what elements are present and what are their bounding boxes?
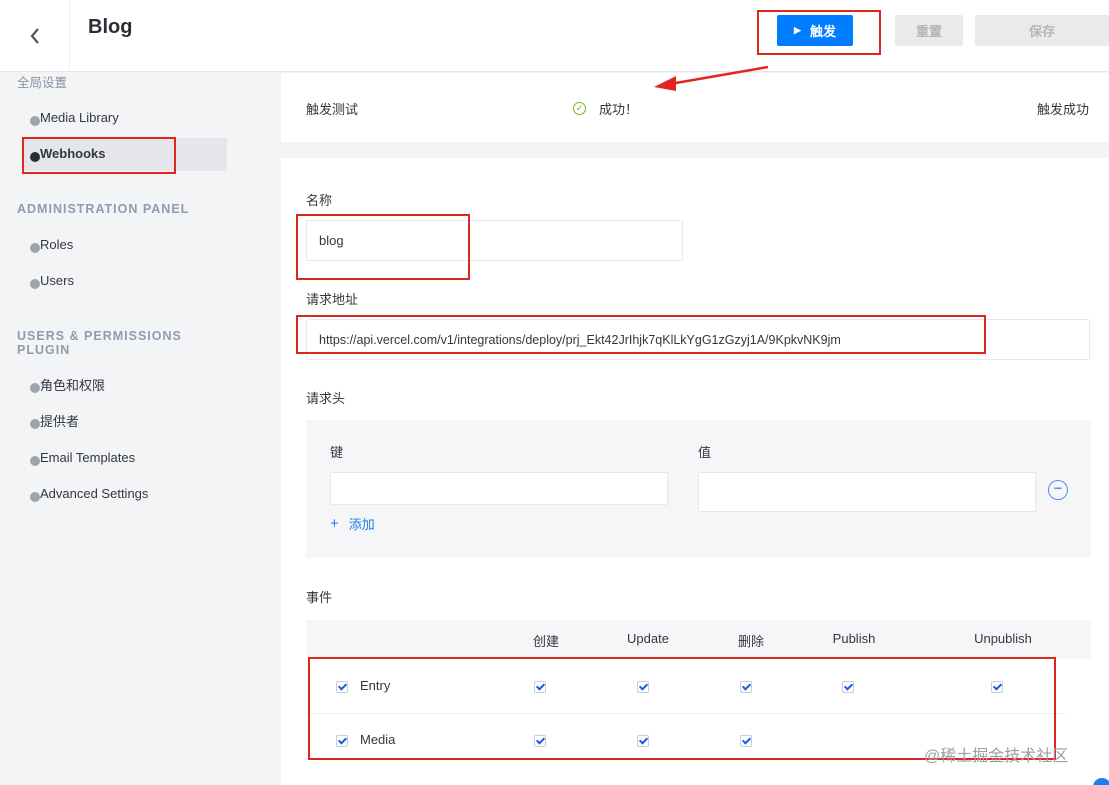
- save-button[interactable]: 保存: [975, 15, 1109, 46]
- status-label: 触发测试: [306, 102, 359, 117]
- webhook-form: 名称 blog 请求地址 https://api.vercel.com/v1/i…: [281, 158, 1109, 785]
- check-icon: [535, 735, 546, 745]
- check-icon: [337, 735, 348, 745]
- header-value-input[interactable]: [698, 472, 1036, 512]
- check-icon: [741, 681, 752, 691]
- column-header-publish: Publish: [832, 631, 876, 646]
- trigger-button-label: 触发: [809, 24, 836, 39]
- section-title-global: 全局设置: [17, 76, 68, 90]
- sidebar-item-label: 提供者: [40, 413, 80, 429]
- page-title: Blog: [88, 16, 133, 38]
- column-header-delete: 删除: [737, 634, 765, 649]
- url-label: 请求地址: [306, 292, 359, 307]
- check-icon: [337, 681, 348, 691]
- bullet-icon: [30, 279, 40, 289]
- sidebar-item-label: Users: [40, 272, 74, 288]
- media-update-checkbox[interactable]: [637, 735, 649, 747]
- sidebar-item-roles-permissions[interactable]: 角色和权限: [30, 374, 105, 394]
- sidebar-item-advanced-settings[interactable]: Advanced Settings: [30, 483, 148, 503]
- back-button[interactable]: [0, 0, 70, 72]
- sidebar-item-providers[interactable]: 提供者: [30, 410, 79, 430]
- sidebar: 全局设置 Media Library Webhooks ADMINISTRATI…: [0, 73, 252, 785]
- watermark: @稀土掘金技术社区: [924, 748, 1069, 765]
- entry-create-checkbox[interactable]: [534, 681, 546, 693]
- check-icon: [638, 735, 649, 745]
- add-header-button[interactable]: + 添加: [330, 514, 375, 533]
- media-create-checkbox[interactable]: [534, 735, 546, 747]
- events-table-header: 创建 Update 删除 Publish Unpublish: [306, 620, 1091, 659]
- sidebar-item-label: Webhooks: [40, 145, 106, 161]
- sidebar-item-label: 角色和权限: [40, 377, 106, 393]
- sidebar-item-roles[interactable]: Roles: [30, 234, 73, 254]
- event-name: Entry: [360, 678, 391, 693]
- add-header-label: 添加: [348, 517, 375, 532]
- bullet-icon: [30, 492, 40, 502]
- sidebar-item-label: Media Library: [40, 109, 119, 125]
- sidebar-item-label: Advanced Settings: [40, 485, 149, 501]
- reset-button[interactable]: 重置: [895, 15, 963, 46]
- event-name: Media: [360, 732, 396, 747]
- media-delete-checkbox[interactable]: [740, 735, 752, 747]
- bullet-icon: [30, 383, 40, 393]
- value-label: 值: [698, 445, 712, 460]
- url-input[interactable]: https://api.vercel.com/v1/integrations/d…: [306, 319, 1090, 360]
- sidebar-item-email-templates[interactable]: Email Templates: [30, 447, 135, 467]
- check-circle-icon: ✓: [573, 102, 586, 115]
- sidebar-item-webhooks[interactable]: Webhooks: [30, 143, 106, 163]
- event-row-entry: Entry: [306, 660, 1066, 714]
- entry-publish-checkbox[interactable]: [842, 681, 854, 693]
- top-header: Blog ▶ 触发 重置 保存: [0, 0, 1109, 72]
- entry-unpublish-checkbox[interactable]: [991, 681, 1003, 693]
- plus-icon: +: [330, 515, 339, 532]
- status-message: 成功！: [599, 102, 639, 117]
- column-header-update: Update: [627, 631, 669, 646]
- media-all-checkbox[interactable]: [336, 735, 348, 747]
- name-input[interactable]: blog: [306, 220, 683, 261]
- section-title-admin: ADMINISTRATION PANEL: [17, 202, 190, 216]
- remove-header-button[interactable]: −: [1048, 480, 1068, 500]
- entry-update-checkbox[interactable]: [637, 681, 649, 693]
- bullet-icon: [30, 116, 40, 126]
- floating-help-icon[interactable]: [1093, 778, 1109, 785]
- check-icon: [992, 681, 1003, 691]
- sidebar-item-label: Email Templates: [40, 449, 136, 465]
- play-icon: ▶: [794, 25, 801, 35]
- check-icon: [741, 735, 752, 745]
- events-label: 事件: [306, 590, 333, 605]
- section-title-plugin: PLUGIN: [17, 343, 71, 357]
- key-label: 键: [330, 445, 344, 460]
- bullet-icon: [30, 243, 40, 253]
- bullet-icon: [30, 456, 40, 466]
- column-header-unpublish: Unpublish: [974, 631, 1032, 646]
- check-icon: [535, 681, 546, 691]
- check-icon: [843, 681, 854, 691]
- check-icon: [638, 681, 649, 691]
- section-title-users-permissions: USERS & PERMISSIONS: [17, 329, 182, 343]
- name-label: 名称: [306, 193, 333, 208]
- header-key-input[interactable]: [330, 472, 668, 505]
- annotation-arrow: [654, 65, 769, 91]
- headers-section: 键 值 − + 添加: [306, 420, 1091, 558]
- bullet-icon: [30, 152, 40, 162]
- bullet-icon: [30, 419, 40, 429]
- entry-all-checkbox[interactable]: [336, 681, 348, 693]
- entry-delete-checkbox[interactable]: [740, 681, 752, 693]
- status-result: 触发成功: [1036, 102, 1089, 117]
- column-header-create: 创建: [532, 634, 560, 649]
- sidebar-item-label: Roles: [40, 236, 74, 252]
- sidebar-item-media-library[interactable]: Media Library: [30, 107, 119, 127]
- headers-label: 请求头: [306, 391, 346, 406]
- trigger-button[interactable]: ▶ 触发: [777, 15, 853, 46]
- chevron-left-icon: [30, 28, 39, 44]
- sidebar-item-users[interactable]: Users: [30, 270, 74, 290]
